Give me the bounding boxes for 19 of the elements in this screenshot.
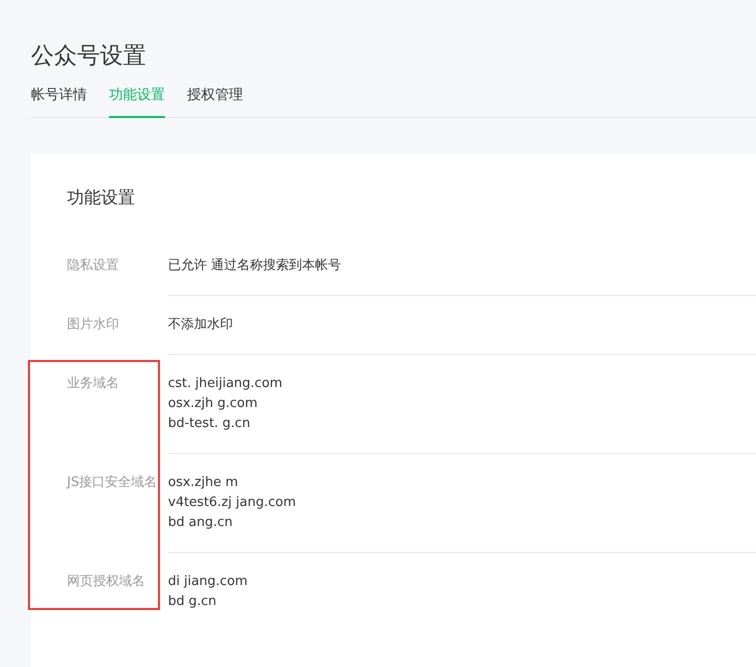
setting-value: 不添加水印 xyxy=(168,316,234,334)
setting-value: cst. jheijiang.com xyxy=(168,375,284,394)
setting-label: 隐私设置 xyxy=(67,257,120,276)
setting-value: osx.zjhe m xyxy=(168,474,240,492)
tab[interactable]: 授权管理 xyxy=(187,84,243,118)
setting-label: 图片水印 xyxy=(67,316,120,334)
setting-value: 已允许 通过名称搜索到本帐号 xyxy=(168,257,342,276)
setting-value: osx.zjh g.com xyxy=(168,395,259,414)
setting-value: bd-test. g.cn xyxy=(168,415,252,434)
setting-label: JS接口安全域名 xyxy=(67,474,158,492)
setting-label: 业务域名 xyxy=(67,375,120,394)
setting-value: di jiang.com xyxy=(168,573,249,592)
setting-value: v4test6.zj jang.com xyxy=(168,494,297,512)
page-title: 公众号设置 xyxy=(31,43,147,71)
setting-label: 网页授权域名 xyxy=(67,573,146,592)
setting-value: bd ang.cn xyxy=(168,514,234,532)
card-title: 功能设置 xyxy=(67,186,136,210)
setting-value: bd g.cn xyxy=(168,593,218,612)
tab[interactable]: 帐号详情 xyxy=(31,84,87,118)
